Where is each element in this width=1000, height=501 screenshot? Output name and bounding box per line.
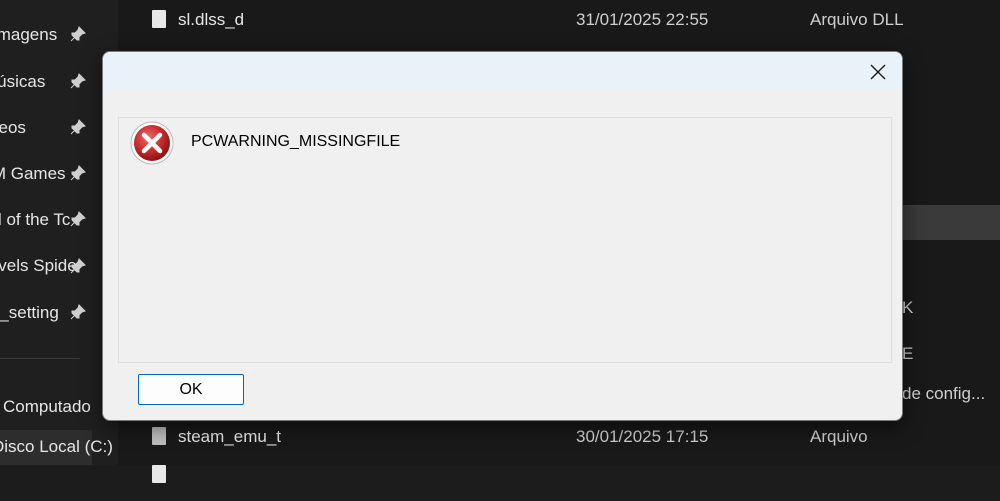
sidebar-item-imagens[interactable]: Imagens <box>0 17 118 53</box>
sidebar-item-label: Imagens <box>0 25 58 44</box>
file-type: Arquivo DLL <box>810 10 904 29</box>
file-type: E <box>902 344 914 363</box>
pin-icon <box>70 73 86 94</box>
file-name: steam_emu_t <box>178 427 281 446</box>
navigation-pane: Imagens Músicas Vídeos EMPRESS M Games L… <box>0 0 118 465</box>
sidebar-item-label: Legend of the Tc <box>0 210 71 229</box>
error-icon <box>129 120 175 171</box>
sidebar-item-empress-games[interactable]: EMPRESS M Games <box>0 156 118 192</box>
sidebar-item-videos[interactable]: Vídeos <box>0 110 118 146</box>
file-type: K <box>902 298 914 317</box>
file-date: 31/01/2025 22:55 <box>576 10 709 29</box>
file-row[interactable]: sl.dlss_d 31/01/2025 22:55 Arquivo DLL <box>118 0 1000 46</box>
sidebar-item-label: Disco Local (C:) <box>0 437 113 456</box>
sidebar-item-label: Vídeos <box>0 118 26 137</box>
file-row-partial[interactable] <box>118 455 1000 501</box>
sidebar-item-label: Músicas <box>0 72 46 91</box>
pin-icon <box>70 26 86 47</box>
sidebar-item-local-disk[interactable]: Disco Local (C:) <box>0 430 113 465</box>
file-type: Arquivo <box>810 427 868 446</box>
sidebar-item-this-pc[interactable]: Computado <box>0 389 118 425</box>
pin-icon <box>70 165 86 186</box>
pin-icon <box>70 304 86 325</box>
sidebar-item-steam-settings[interactable]: steam_setting <box>0 295 118 331</box>
file-name: sl.dlss_d <box>178 10 245 29</box>
file-icon <box>152 10 166 28</box>
pin-icon <box>70 258 86 279</box>
close-button[interactable] <box>860 56 896 88</box>
sidebar-item-label: Marvels Spide <box>0 256 77 275</box>
error-message: PCWARNING_MISSINGFILE <box>191 133 401 150</box>
error-dialog: PCWARNING_MISSINGFILE OK <box>102 51 903 421</box>
sidebar-divider <box>0 358 80 359</box>
sidebar-item-musicas[interactable]: Músicas <box>0 64 118 100</box>
file-icon <box>152 465 166 483</box>
file-date: 30/01/2025 17:15 <box>576 427 709 446</box>
file-icon <box>152 427 166 445</box>
sidebar-item-marvels-spider[interactable]: Marvels Spide <box>0 248 118 284</box>
pin-icon <box>70 119 86 140</box>
dialog-content: PCWARNING_MISSINGFILE <box>118 117 892 363</box>
ok-button[interactable]: OK <box>138 374 244 405</box>
sidebar-item-label: EMPRESS M Games <box>0 164 66 183</box>
pin-icon <box>70 211 86 232</box>
sidebar-item-label: steam_setting <box>0 303 59 322</box>
sidebar-item-legend[interactable]: Legend of the Tc <box>0 202 118 238</box>
file-type: de config... <box>902 384 986 403</box>
dialog-titlebar <box>103 52 902 92</box>
sidebar-item-label: Computado <box>3 397 91 416</box>
close-icon <box>870 64 886 80</box>
